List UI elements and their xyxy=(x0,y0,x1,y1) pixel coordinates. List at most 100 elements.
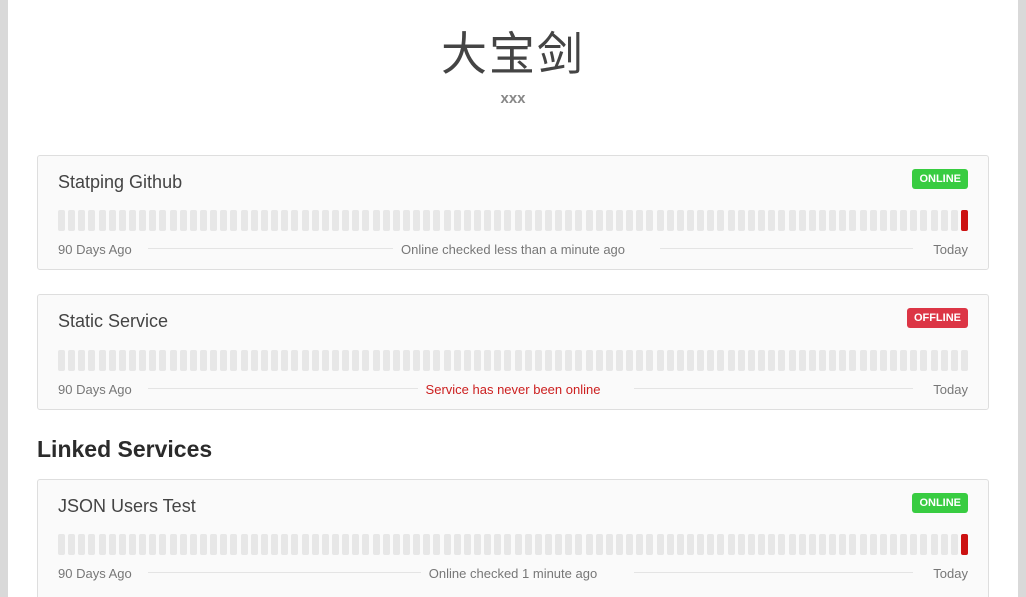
uptime-bar[interactable] xyxy=(585,210,593,231)
uptime-bar[interactable] xyxy=(159,534,167,555)
uptime-bar[interactable] xyxy=(727,210,735,231)
uptime-bar[interactable] xyxy=(402,350,410,371)
uptime-bar[interactable] xyxy=(818,534,826,555)
uptime-bar[interactable] xyxy=(413,350,421,371)
uptime-bar[interactable] xyxy=(443,210,451,231)
uptime-bar[interactable] xyxy=(58,534,65,555)
uptime-bar[interactable] xyxy=(514,534,522,555)
uptime-bar[interactable] xyxy=(595,350,603,371)
uptime-bar[interactable] xyxy=(78,350,86,371)
uptime-bar[interactable] xyxy=(930,534,938,555)
uptime-bar[interactable] xyxy=(788,210,796,231)
uptime-bar[interactable] xyxy=(849,534,857,555)
uptime-bar[interactable] xyxy=(666,350,674,371)
uptime-bar[interactable] xyxy=(605,210,613,231)
service-name[interactable]: Static Service xyxy=(58,311,168,332)
uptime-bar[interactable] xyxy=(88,350,96,371)
uptime-bar[interactable] xyxy=(78,534,86,555)
uptime-bar[interactable] xyxy=(940,350,948,371)
uptime-bar[interactable] xyxy=(98,534,106,555)
uptime-bar[interactable] xyxy=(139,210,147,231)
uptime-bar[interactable] xyxy=(920,350,928,371)
uptime-bar[interactable] xyxy=(646,210,654,231)
uptime-bar[interactable] xyxy=(666,210,674,231)
uptime-bar[interactable] xyxy=(656,350,664,371)
uptime-bar[interactable] xyxy=(555,210,563,231)
uptime-bar[interactable] xyxy=(159,350,167,371)
uptime-bar[interactable] xyxy=(747,350,755,371)
uptime-bar[interactable] xyxy=(818,210,826,231)
uptime-bar[interactable] xyxy=(392,350,400,371)
uptime-bar[interactable] xyxy=(859,350,867,371)
uptime-bar[interactable] xyxy=(220,350,228,371)
uptime-bar[interactable] xyxy=(889,350,897,371)
uptime-bar[interactable] xyxy=(565,350,573,371)
uptime-bar[interactable] xyxy=(413,534,421,555)
uptime-bar[interactable] xyxy=(240,210,248,231)
uptime-bar[interactable] xyxy=(829,350,837,371)
uptime-bar[interactable] xyxy=(494,350,502,371)
uptime-bar[interactable] xyxy=(453,350,461,371)
uptime-bar[interactable] xyxy=(737,534,745,555)
uptime-bar[interactable] xyxy=(311,210,319,231)
uptime-bar[interactable] xyxy=(707,210,715,231)
uptime-bar[interactable] xyxy=(636,350,644,371)
uptime-bar[interactable] xyxy=(301,210,309,231)
uptime-bar[interactable] xyxy=(372,350,380,371)
uptime-bar[interactable] xyxy=(818,350,826,371)
uptime-bar[interactable] xyxy=(88,210,96,231)
uptime-bar[interactable] xyxy=(788,534,796,555)
uptime-bar[interactable] xyxy=(169,210,177,231)
uptime-bar[interactable] xyxy=(342,534,350,555)
uptime-bar[interactable] xyxy=(189,210,197,231)
uptime-bar[interactable] xyxy=(616,210,624,231)
uptime-bar-failure[interactable] xyxy=(961,210,968,231)
uptime-bar[interactable] xyxy=(250,350,258,371)
uptime-bar[interactable] xyxy=(179,350,187,371)
uptime-bar[interactable] xyxy=(920,210,928,231)
uptime-bar[interactable] xyxy=(402,534,410,555)
uptime-bar[interactable] xyxy=(798,534,806,555)
uptime-bar[interactable] xyxy=(331,210,339,231)
uptime-bar[interactable] xyxy=(676,350,684,371)
uptime-bar[interactable] xyxy=(859,210,867,231)
service-name[interactable]: Statping Github xyxy=(58,172,182,193)
service-name[interactable]: JSON Users Test xyxy=(58,496,196,517)
uptime-bar[interactable] xyxy=(281,350,289,371)
uptime-bar[interactable] xyxy=(585,534,593,555)
uptime-bar[interactable] xyxy=(616,350,624,371)
uptime-bar[interactable] xyxy=(626,534,634,555)
uptime-bar[interactable] xyxy=(200,534,208,555)
uptime-bar[interactable] xyxy=(930,350,938,371)
uptime-bar[interactable] xyxy=(504,210,512,231)
uptime-bar[interactable] xyxy=(575,534,583,555)
uptime-bar[interactable] xyxy=(108,210,116,231)
uptime-bar[interactable] xyxy=(342,350,350,371)
uptime-bar[interactable] xyxy=(392,534,400,555)
uptime-bar[interactable] xyxy=(372,210,380,231)
uptime-bar[interactable] xyxy=(707,534,715,555)
uptime-bar[interactable] xyxy=(210,210,218,231)
uptime-bar[interactable] xyxy=(159,210,167,231)
uptime-bar[interactable] xyxy=(534,350,542,371)
uptime-bar[interactable] xyxy=(423,350,431,371)
uptime-bar[interactable] xyxy=(220,210,228,231)
uptime-bar[interactable] xyxy=(149,350,157,371)
service-card-json-users-test[interactable]: JSON Users Test ONLINE 90 Days Ago Onlin… xyxy=(37,479,989,597)
uptime-bar-failure[interactable] xyxy=(961,534,968,555)
uptime-bar[interactable] xyxy=(281,534,289,555)
uptime-bar[interactable] xyxy=(58,350,65,371)
uptime-bar[interactable] xyxy=(250,534,258,555)
uptime-bar[interactable] xyxy=(737,210,745,231)
uptime-bar[interactable] xyxy=(697,210,705,231)
uptime-bar[interactable] xyxy=(605,534,613,555)
uptime-bar[interactable] xyxy=(494,210,502,231)
uptime-bar[interactable] xyxy=(697,534,705,555)
uptime-bar[interactable] xyxy=(737,350,745,371)
uptime-bar[interactable] xyxy=(910,350,918,371)
uptime-bar[interactable] xyxy=(362,350,370,371)
uptime-bar[interactable] xyxy=(392,210,400,231)
uptime-bar[interactable] xyxy=(362,534,370,555)
uptime-bar[interactable] xyxy=(463,534,471,555)
uptime-bar[interactable] xyxy=(687,350,695,371)
